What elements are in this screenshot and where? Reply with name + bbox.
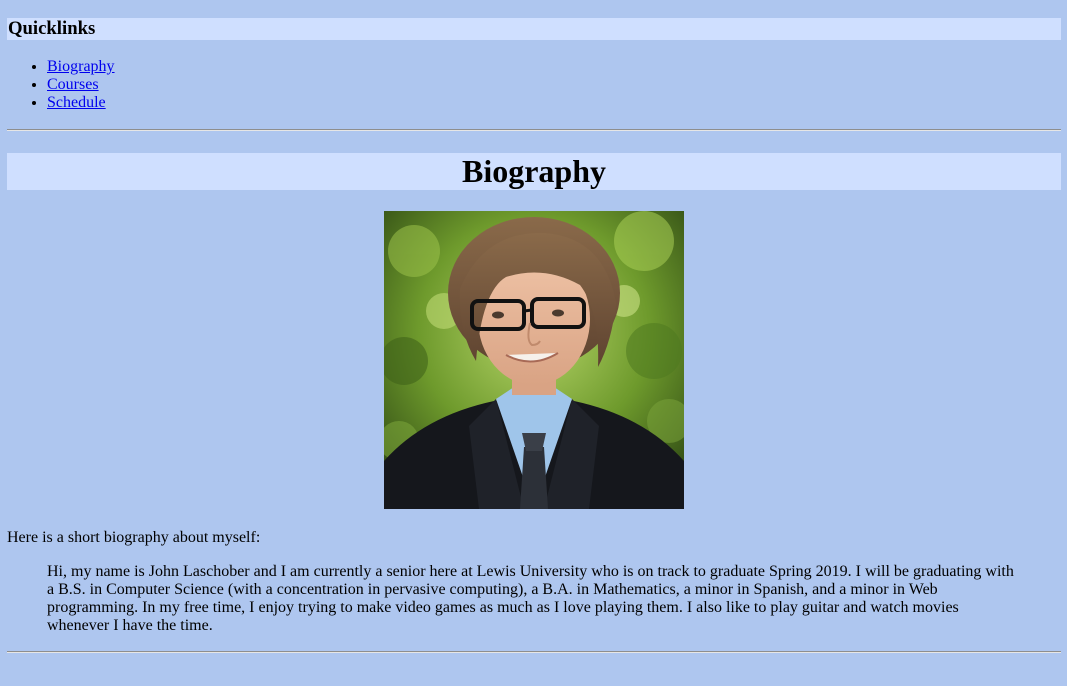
- schedule-link[interactable]: Schedule: [47, 94, 106, 111]
- quicklinks-list: Biography Courses Schedule: [7, 58, 1061, 112]
- list-item: Schedule: [47, 94, 1061, 112]
- profile-photo: [384, 211, 684, 509]
- divider: [7, 129, 1061, 131]
- list-item: Biography: [47, 58, 1061, 76]
- courses-link[interactable]: Courses: [47, 76, 99, 93]
- bio-text: Hi, my name is John Laschober and I am c…: [47, 563, 1014, 634]
- photo-container: [7, 211, 1061, 509]
- divider: [7, 651, 1061, 653]
- biography-heading: Biography: [7, 153, 1061, 190]
- quicklinks-heading: Quicklinks: [7, 18, 1061, 40]
- list-item: Courses: [47, 76, 1061, 94]
- biography-link[interactable]: Biography: [47, 58, 115, 75]
- bio-intro: Here is a short biography about myself:: [7, 529, 261, 546]
- page: Quicklinks Biography Courses Schedule Bi…: [0, 18, 1067, 653]
